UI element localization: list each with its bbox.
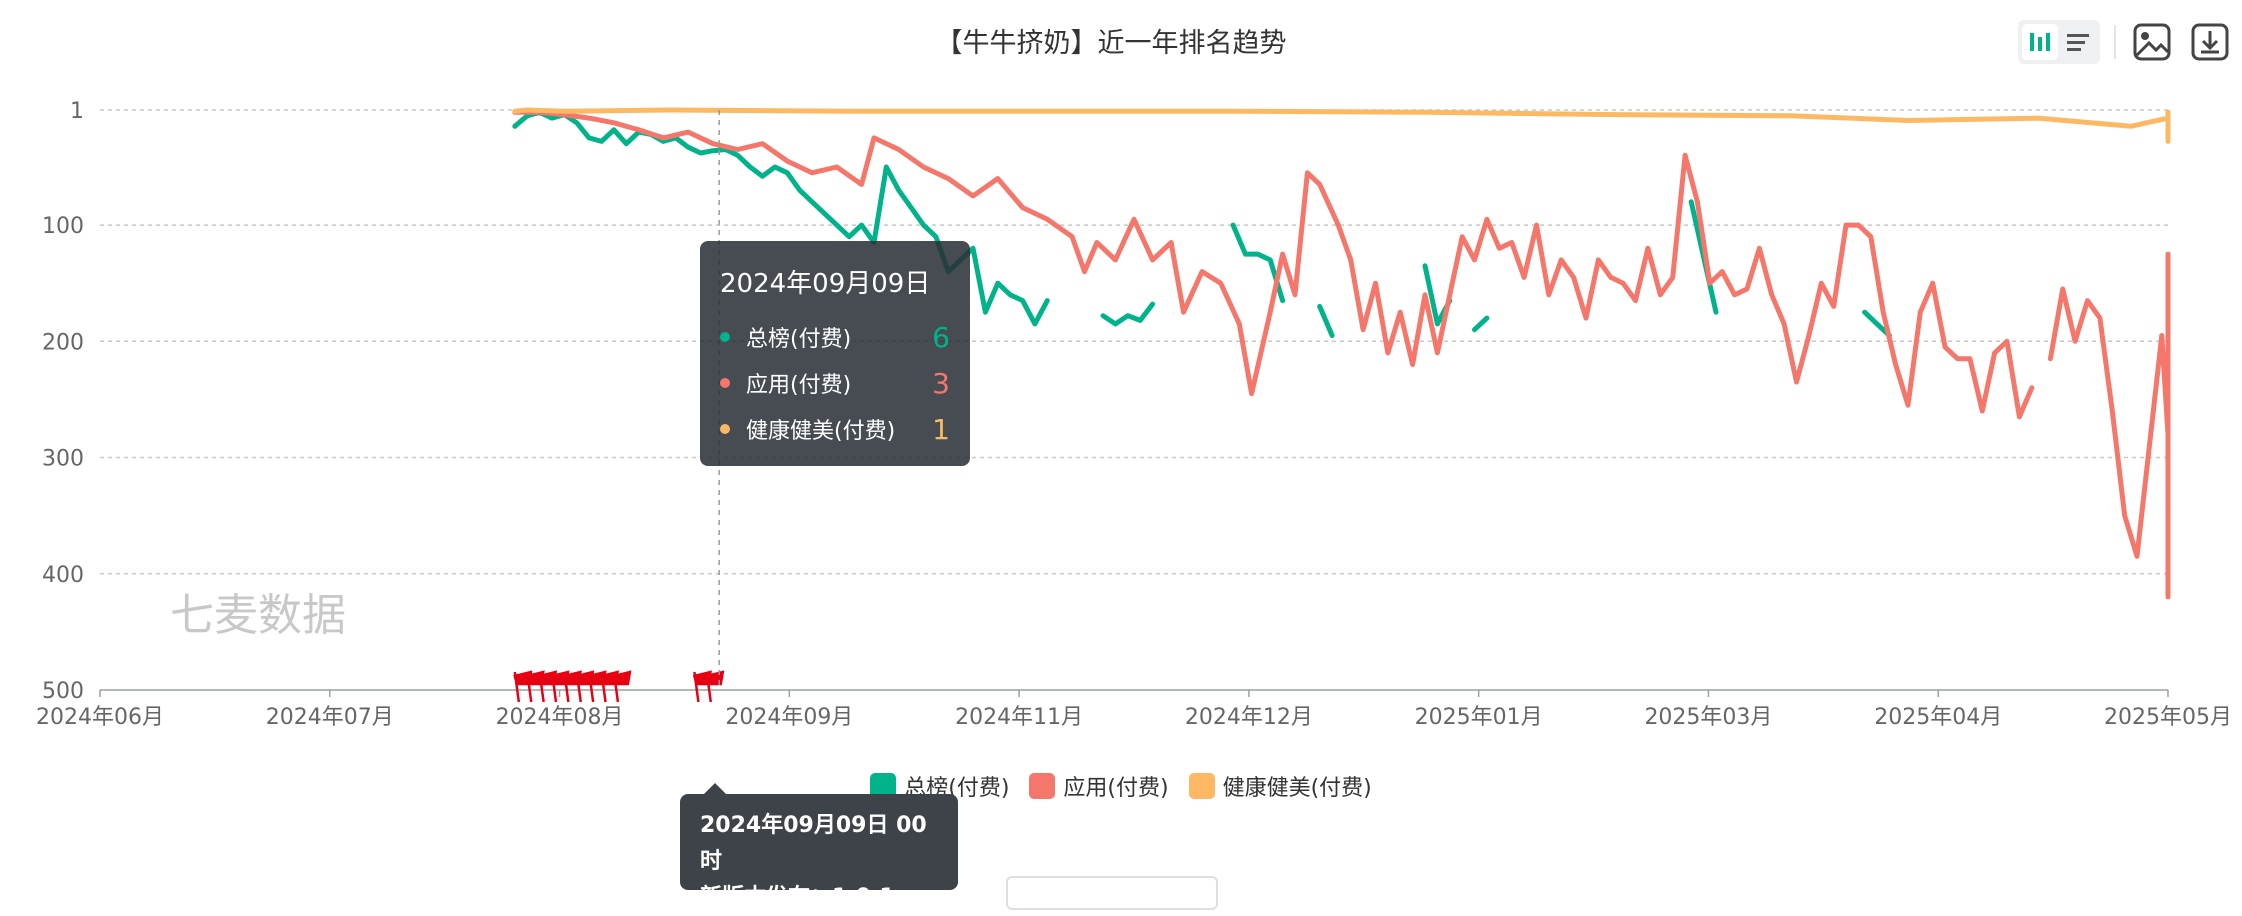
tooltip-series-name: 应用(付费) xyxy=(746,373,852,398)
tooltip-dot xyxy=(720,378,730,388)
x-tick-label: 2024年06月 xyxy=(36,705,164,730)
more-button[interactable] xyxy=(1006,876,1218,910)
x-tick-label: 2024年09月 xyxy=(725,705,853,730)
y-tick-label: 300 xyxy=(42,447,84,472)
tooltip-value: 3 xyxy=(932,366,950,400)
tooltip-row: 总榜(付费) 6 xyxy=(720,314,950,360)
x-tick-label: 2024年08月 xyxy=(496,705,624,730)
y-tick-label: 400 xyxy=(42,563,84,588)
y-tick-label: 1 xyxy=(70,99,84,124)
tooltip-dot xyxy=(720,424,730,434)
x-tick-label: 2025年01月 xyxy=(1415,705,1543,730)
bar-chart-icon[interactable] xyxy=(2022,24,2058,60)
watermark: 七麦数据 xyxy=(170,590,346,641)
view-toggle xyxy=(2018,20,2100,64)
grid-lines xyxy=(100,109,2168,691)
x-tick-label: 2025年04月 xyxy=(1874,705,2002,730)
tooltip-row: 健康健美(付费) 1 xyxy=(720,406,950,452)
download-icon[interactable] xyxy=(2188,20,2232,64)
tooltip-dot xyxy=(720,332,730,342)
tooltip-series-name: 总榜(付费) xyxy=(746,327,852,352)
y-tick-label: 500 xyxy=(42,679,84,704)
version-flag-icon xyxy=(705,670,725,703)
y-tick-label: 200 xyxy=(42,330,84,355)
y-tick-label: 100 xyxy=(42,214,84,239)
image-icon[interactable] xyxy=(2130,20,2174,64)
legend-item-health[interactable]: 健康健美(付费) xyxy=(1188,770,1372,802)
x-tick-label: 2025年05月 xyxy=(2104,705,2232,730)
version-flag-icon xyxy=(612,670,632,703)
legend-swatch xyxy=(1188,773,1215,799)
legend-label: 健康健美(付费) xyxy=(1222,776,1372,801)
legend-item-app[interactable]: 应用(付费) xyxy=(1029,770,1169,802)
x-tick-label: 2024年07月 xyxy=(266,705,394,730)
version-tooltip-text: 新版本发布：1.0.1 xyxy=(700,885,895,910)
y-axis: 1 100 200 300 400 500 xyxy=(42,99,84,704)
tooltip-date: 2024年09月09日 xyxy=(720,269,931,299)
x-axis: 2024年06月 2024年07月 2024年08月 2024年09月 2024年11月… xyxy=(36,690,2232,730)
version-flags[interactable] xyxy=(513,670,725,703)
legend: 总榜(付费) 应用(付费) 健康健美(付费) xyxy=(0,770,2242,802)
version-tooltip-date: 2024年09月09日 00时 xyxy=(700,813,927,874)
legend-swatch xyxy=(1029,773,1056,799)
legend-label: 应用(付费) xyxy=(1063,776,1169,801)
chart-title: 【牛牛挤奶】近一年排名趋势 xyxy=(936,28,1287,59)
tooltip-series-name: 健康健美(付费) xyxy=(746,419,896,444)
rank-tooltip: 2024年09月09日 总榜(付费) 6 应用(付费) 3 健康健美(付费) 1 xyxy=(700,241,970,466)
tooltip-value: 6 xyxy=(932,320,950,354)
toolbar-separator xyxy=(2114,25,2116,59)
x-tick-label: 2024年11月 xyxy=(955,705,1083,730)
tooltip-value: 1 xyxy=(932,412,950,446)
x-tick-label: 2024年12月 xyxy=(1185,705,1313,730)
list-icon[interactable] xyxy=(2060,24,2096,60)
version-tooltip: 2024年09月09日 00时 新版本发布：1.0.1 xyxy=(680,783,958,910)
rank-trend-chart: 【牛牛挤奶】近一年排名趋势 1100200300400500 2024年06月 2… xyxy=(36,28,2232,730)
x-tick-label: 2025年03月 xyxy=(1644,705,1772,730)
series-line xyxy=(512,107,2171,144)
tooltip-row: 应用(付费) 3 xyxy=(720,360,950,406)
chart-toolbar xyxy=(2018,20,2232,64)
